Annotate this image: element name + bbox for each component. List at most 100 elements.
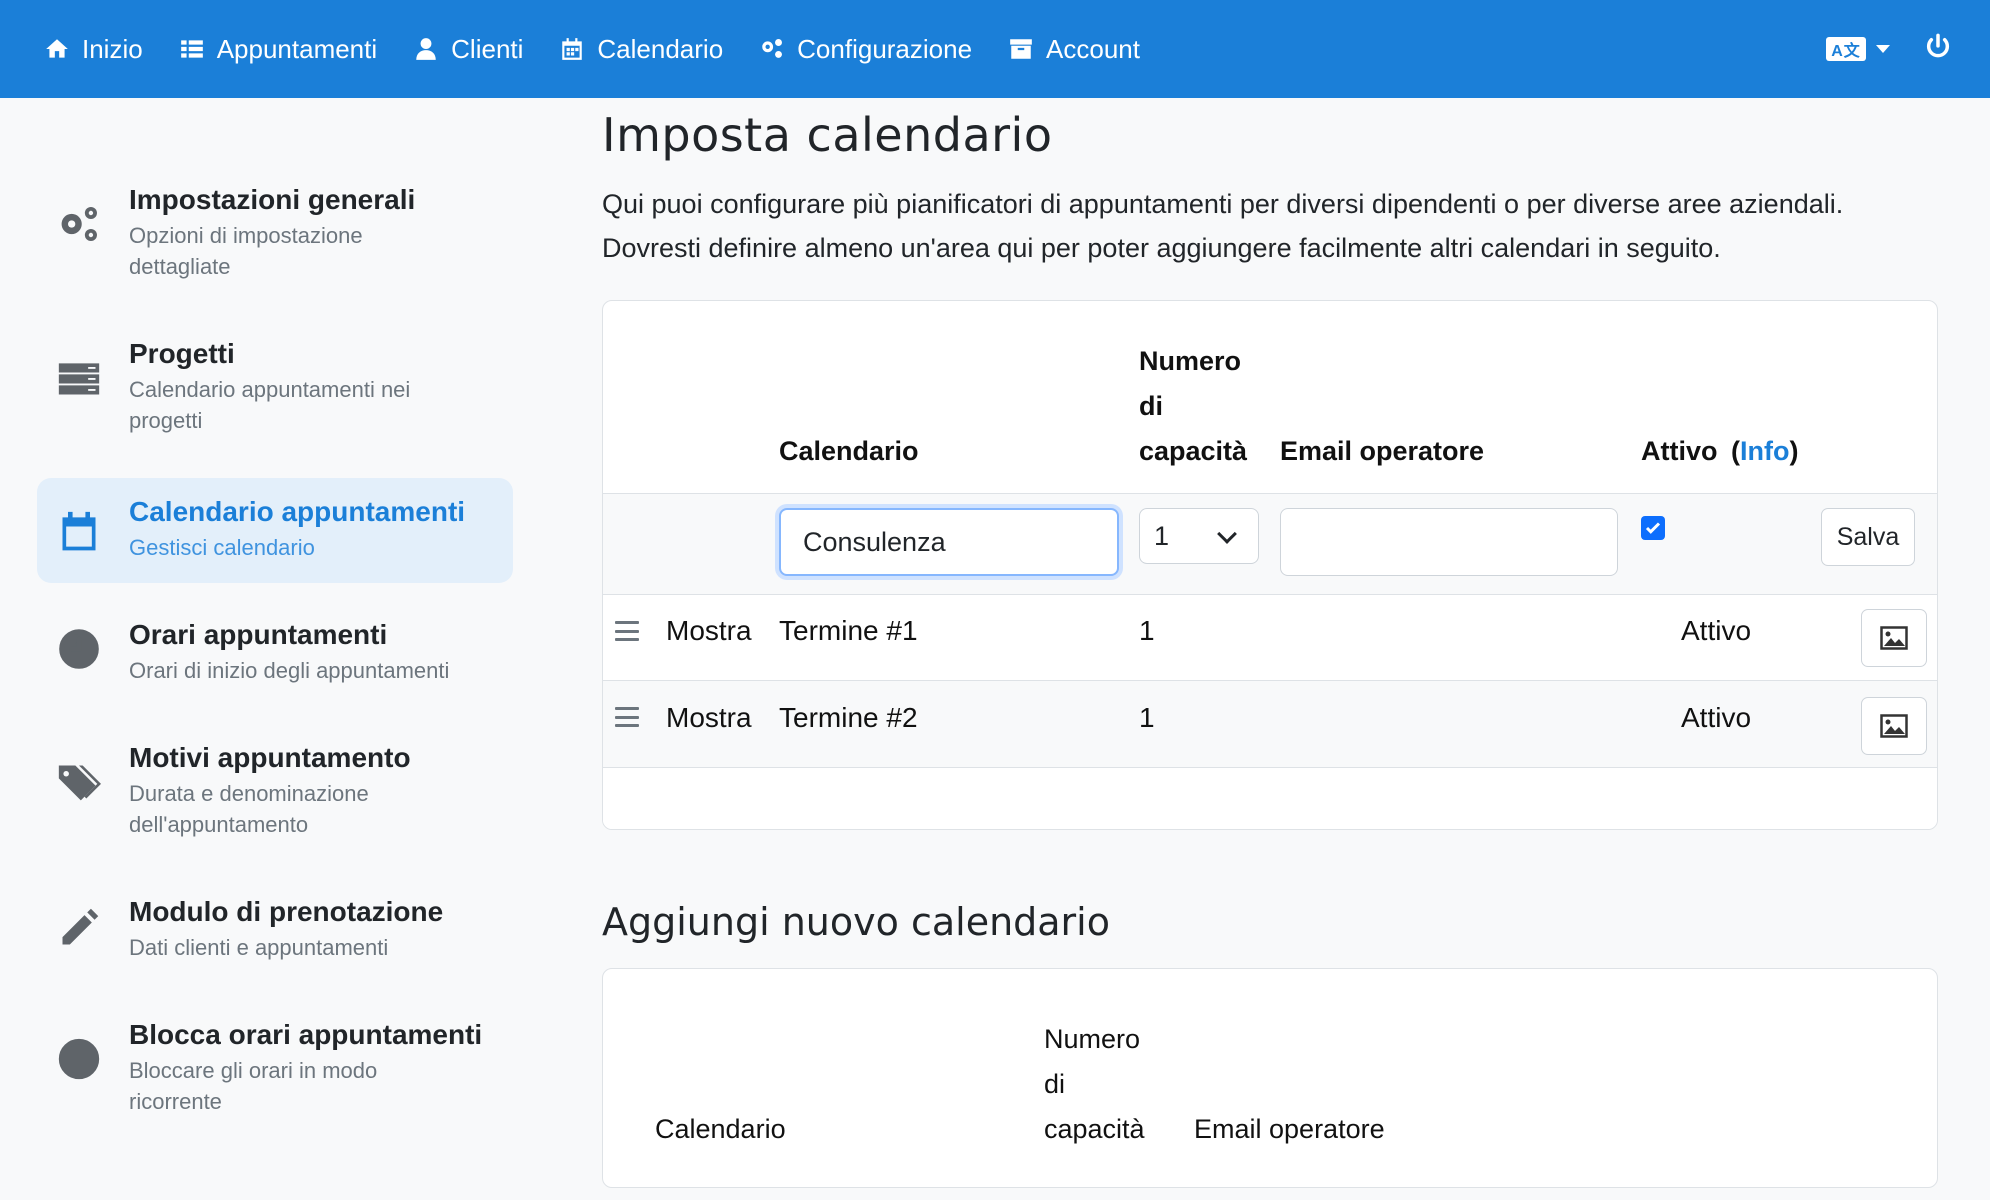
sidebar-item-title: Modulo di prenotazione [129,896,444,927]
sidebar-item-orari-appuntamenti[interactable]: Orari appuntamenti Orari di inizio degli… [37,605,513,698]
language-dropdown[interactable]: A文 [1826,37,1890,61]
sidebar-item-subtitle: Calendario appuntamenti nei progetti [129,377,411,433]
nav-label: Appuntamenti [216,33,378,64]
gears-icon [762,39,783,58]
gears-icon [55,200,103,248]
page-title: Imposta calendario [602,108,1053,162]
server-icon [55,354,103,402]
image-icon [1880,626,1908,650]
sidebar-item-subtitle: Durata e denominazione dell'appuntamento [129,781,369,837]
sidebar-item-subtitle: Dati clienti e appuntamenti [129,935,389,960]
status-text: Attivo [1681,702,1752,733]
nav-item-appuntamenti[interactable]: Appuntamenti [179,34,377,65]
nav-item-configurazione[interactable]: Configurazione [759,34,972,65]
info-link[interactable]: Info [1740,436,1789,466]
image-button[interactable] [1861,609,1927,667]
calendar-icon [55,508,103,556]
image-icon [1880,714,1908,738]
pencil-icon [55,904,103,952]
nav-item-clienti[interactable]: Clienti [413,34,523,65]
main-content: Imposta calendario Qui puoi configurare … [602,108,1938,1188]
sidebar-item-subtitle: Opzioni di impostazione dettagliate [129,223,363,279]
table-row: Mostra Termine #1 1 Attivo [603,594,1937,680]
email-operator-input[interactable] [1280,508,1618,576]
sidebar-item-progetti[interactable]: Progetti Calendario appuntamenti nei pro… [37,324,513,448]
calendar-table-card: Calendario Numero di capacità Email oper… [602,300,1938,830]
sidebar-item-subtitle: Orari di inizio degli appuntamenti [129,658,450,683]
sidebar-item-title: Orari appuntamenti [129,619,388,650]
nav-item-calendario[interactable]: Calendario [559,34,723,65]
table-footer [603,767,1937,829]
calendar-icon [562,38,583,60]
sidebar-item-subtitle: Bloccare gli orari in modo ricorrente [129,1058,378,1114]
language-icon: A文 [1826,37,1866,61]
header-capacity-line: capacità [1139,436,1248,466]
list-icon [180,40,203,58]
tags-icon [55,758,103,806]
sidebar-item-impostazioni-generali[interactable]: Impostazioni generali Opzioni di imposta… [37,170,513,294]
chevron-down-icon [1876,45,1890,53]
clock-icon [55,625,103,673]
sidebar-item-title: Motivi appuntamento [129,742,411,773]
header-capacity-line: di [1044,1069,1066,1099]
top-navbar: Inizio Appuntamenti Clienti Calendario C… [0,0,1990,98]
header-calendario: Calendario [779,436,919,466]
intro-text: Qui puoi configurare più pianificatori d… [602,189,1844,263]
sidebar-item-title: Calendario appuntamenti [129,496,466,527]
calendar-name-input[interactable]: Consulenza [779,508,1119,576]
edit-row: Consulenza 1 Salva [603,493,1937,594]
header-attivo: Attivo (Info) [1641,429,1799,474]
calendar-name: Termine #1 [779,615,918,646]
sidebar-item-modulo-prenotazione[interactable]: Modulo di prenotazione Dati clienti e ap… [37,882,513,975]
home-icon [46,39,68,58]
power-button[interactable] [1924,33,1952,66]
image-button[interactable] [1861,697,1927,755]
header-email: Email operatore [1280,436,1485,466]
header-capacity-line: Numero [1139,346,1242,376]
header-capacity: Numero di capacità [1139,339,1247,474]
nav-item-account[interactable]: Account [1008,34,1140,65]
sidebar-item-motivi-appuntamento[interactable]: Motivi appuntamento Durata e denominazio… [37,728,513,852]
user-icon [416,38,436,60]
nav-label: Calendario [597,33,724,64]
header-attivo-label: Attivo [1641,436,1718,466]
header-capacity-line: Numero [1044,1024,1141,1054]
sidebar: Impostazioni generali Opzioni di imposta… [37,170,513,1159]
add-calendar-card: Calendario Numero di capacità Email oper… [602,968,1938,1188]
drag-handle-icon[interactable] [615,707,639,727]
active-checkbox[interactable] [1641,516,1665,540]
header-capacity-line: capacità [1044,1114,1145,1144]
header-calendario: Calendario [655,1114,786,1144]
capacity-select[interactable]: 1 [1139,508,1259,564]
header-capacity: Numero di capacità [1044,1017,1145,1152]
sidebar-item-subtitle: Gestisci calendario [129,535,315,560]
sidebar-item-blocca-orari[interactable]: Blocca orari appuntamenti Bloccare gli o… [37,1005,513,1129]
sidebar-item-title: Progetti [129,338,235,369]
add-section-title: Aggiungi nuovo calendario [602,900,1110,944]
status-text: Attivo [1681,615,1752,646]
save-button[interactable]: Salva [1821,508,1915,566]
header-email: Email operatore [1194,1114,1385,1144]
header-capacity-line: di [1139,391,1163,421]
sidebar-item-title: Blocca orari appuntamenti [129,1019,483,1050]
ban-icon [55,1035,103,1083]
nav-label: Clienti [451,33,524,64]
chevron-down-icon [1217,524,1237,544]
nav-label: Inizio [82,33,143,64]
show-link[interactable]: Mostra [666,611,752,651]
table-row: Mostra Termine #2 1 Attivo [603,680,1937,767]
check-icon [1645,522,1661,534]
sidebar-item-title: Impostazioni generali [129,184,416,215]
nav-label: Configurazione [797,33,973,64]
capacity-value: 1 [1139,702,1155,733]
calendar-name: Termine #2 [779,702,918,733]
header-attivo-close: ) [1789,436,1799,466]
nav-label: Account [1046,33,1140,64]
show-link[interactable]: Mostra [666,698,752,738]
sidebar-item-calendario-appuntamenti[interactable]: Calendario appuntamenti Gestisci calenda… [37,478,513,583]
capacity-value: 1 [1139,615,1155,646]
nav-item-inizio[interactable]: Inizio [44,34,143,65]
drag-handle-icon[interactable] [615,621,639,641]
nav-right: A文 [1826,0,1952,98]
capacity-select-value: 1 [1154,520,1170,551]
